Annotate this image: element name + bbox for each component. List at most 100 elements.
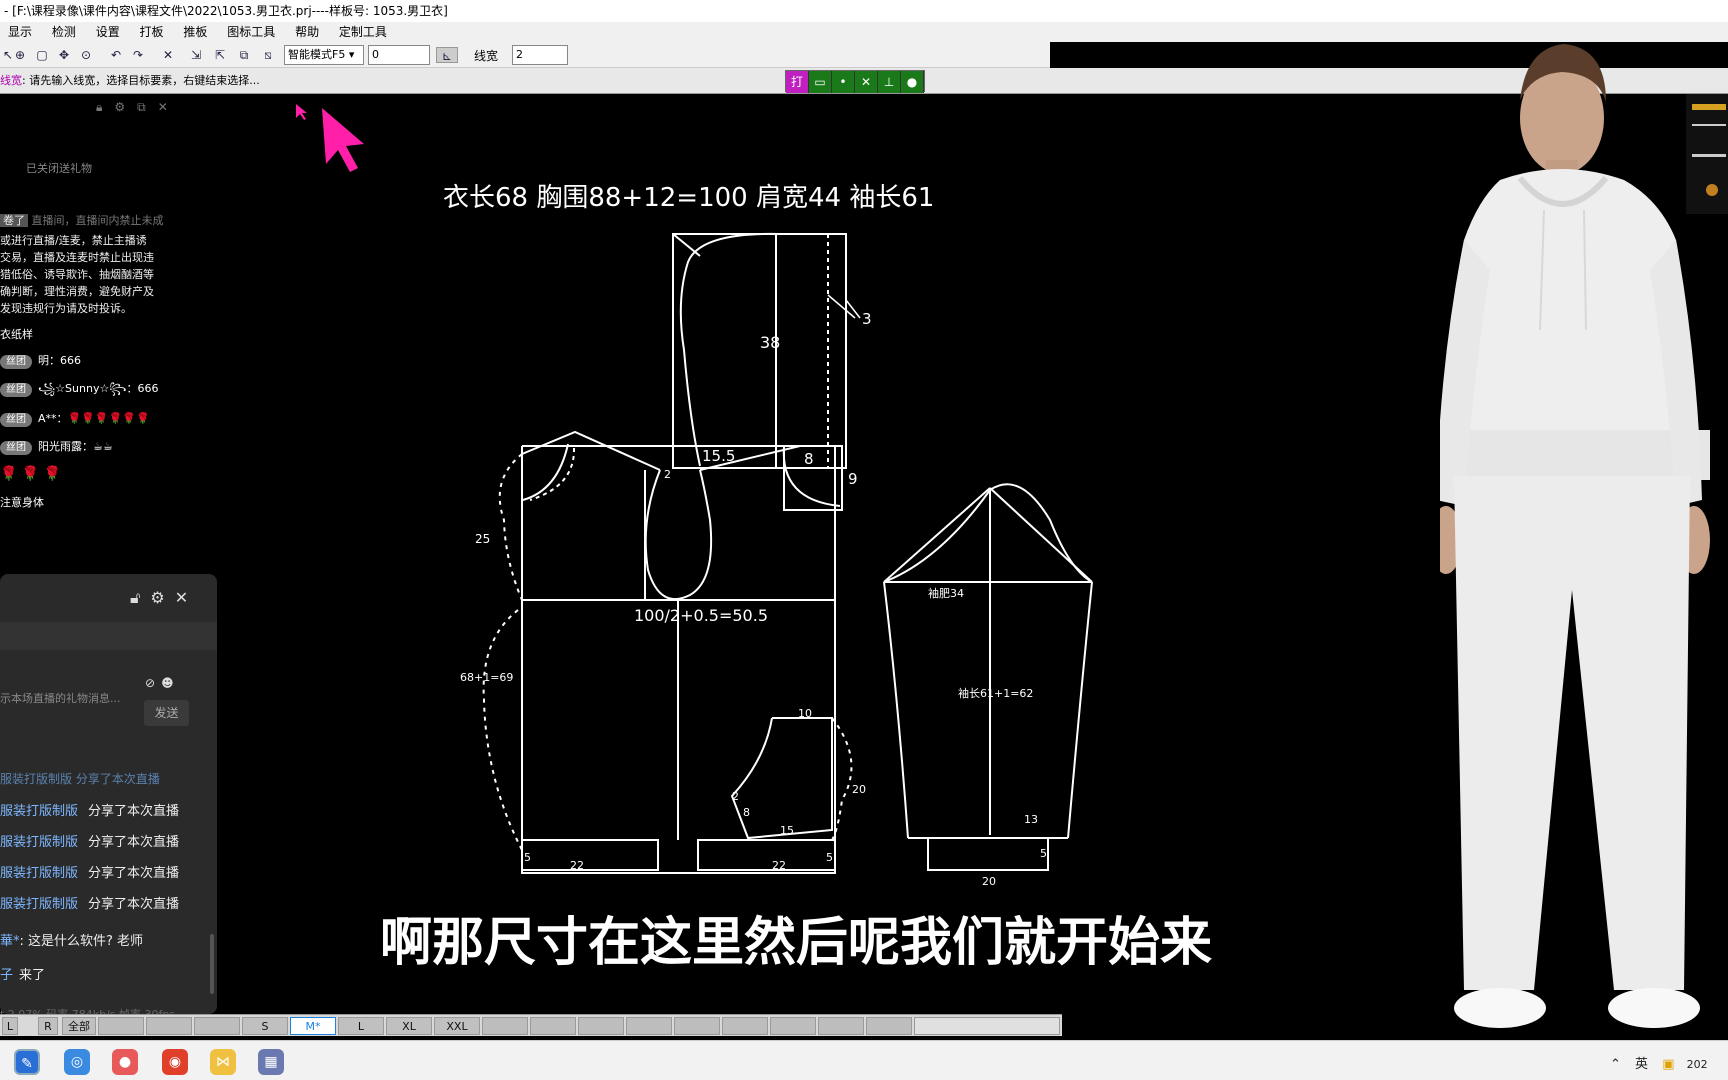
size-slot-empty[interactable] bbox=[482, 1017, 528, 1035]
menu-help[interactable]: 帮助 bbox=[287, 22, 327, 42]
linewidth-field[interactable]: 2 bbox=[512, 45, 568, 65]
fit-window-icon[interactable]: ▢ bbox=[34, 47, 50, 63]
size-slot-empty[interactable] bbox=[578, 1017, 624, 1035]
bow-app-icon[interactable]: ⋈ bbox=[210, 1049, 236, 1075]
size-xxl[interactable]: XXL bbox=[434, 1017, 480, 1035]
chat-text: 注意身体 bbox=[0, 496, 44, 509]
size-slot-empty[interactable] bbox=[818, 1017, 864, 1035]
sleeve-cuff bbox=[927, 837, 1049, 871]
chat-text: 明：666 bbox=[38, 354, 81, 367]
snap-perpendicular-icon[interactable]: ⊥ bbox=[878, 71, 901, 93]
pan-icon[interactable]: ✥ bbox=[56, 47, 72, 63]
cad-app-icon[interactable]: ✎ bbox=[14, 1049, 40, 1075]
unlock-icon[interactable]: 🔓︎ bbox=[130, 588, 150, 607]
size-xl[interactable]: XL bbox=[386, 1017, 432, 1035]
tray-app-icon[interactable]: ▣ bbox=[1662, 1057, 1674, 1072]
settings-icon[interactable]: ⚙ bbox=[114, 100, 137, 114]
size-slot-empty[interactable] bbox=[530, 1017, 576, 1035]
label-cuff-width: 20 bbox=[982, 875, 996, 888]
sharer-name[interactable]: 服装打版制版 bbox=[0, 835, 78, 850]
snap-center-icon[interactable]: ● bbox=[901, 71, 924, 93]
undo-icon[interactable]: ↶ bbox=[108, 47, 124, 63]
value-field[interactable]: 0 bbox=[368, 45, 430, 65]
chat-text: 🌹 🌹 🌹 bbox=[0, 466, 62, 482]
size-slot-empty[interactable] bbox=[674, 1017, 720, 1035]
angle-icon[interactable]: ⊾ bbox=[436, 47, 458, 63]
record-app-icon[interactable]: ◉ bbox=[162, 1049, 188, 1075]
snap-point-icon[interactable]: • bbox=[832, 71, 855, 93]
size-slot-empty[interactable] bbox=[194, 1017, 240, 1035]
size-m-active[interactable]: M* bbox=[290, 1017, 336, 1035]
share-message: 服装打版制版 分享了本次直播 bbox=[0, 800, 179, 819]
tray-arrow-icon[interactable]: ⌃ bbox=[1610, 1057, 1621, 1072]
sharer-name[interactable]: 服装打版制版 bbox=[0, 897, 78, 912]
size-all-button[interactable]: 全部 bbox=[62, 1017, 96, 1035]
joiner-name[interactable]: 子 bbox=[0, 968, 13, 983]
menu-settings[interactable]: 设置 bbox=[88, 22, 128, 42]
share-action: 分享了本次直播 bbox=[88, 897, 180, 912]
scissors-tool-icon[interactable] bbox=[1692, 154, 1726, 157]
pointer-cursor-icon bbox=[322, 108, 364, 172]
chat-text: 阳光雨露：☕☕ bbox=[38, 440, 113, 453]
snap-rect-icon[interactable]: ▭ bbox=[809, 71, 832, 93]
mode-select[interactable]: 智能模式F5 ▾ bbox=[284, 45, 364, 65]
close-icon[interactable]: ✕ bbox=[158, 100, 180, 114]
size-slot-empty[interactable] bbox=[866, 1017, 912, 1035]
snap-draft-button[interactable]: 打 bbox=[786, 71, 809, 93]
mute-icon[interactable]: ⊘ bbox=[145, 676, 161, 690]
sleeve-underarm-back bbox=[883, 581, 909, 839]
size-toggle-right[interactable]: R bbox=[38, 1017, 58, 1035]
share-message-top: 服装打版制版 分享了本次直播 bbox=[0, 772, 160, 786]
message-input[interactable]: 示本场直播的礼物消息... bbox=[0, 692, 140, 724]
label-hood-neck-drop: 9 bbox=[848, 470, 858, 488]
hem-rib-front bbox=[697, 839, 836, 871]
menu-check[interactable]: 检测 bbox=[44, 22, 84, 42]
align-icon[interactable]: ⇱ bbox=[212, 47, 228, 63]
snap-intersect-icon[interactable]: ✕ bbox=[855, 71, 878, 93]
input-method[interactable]: 英 bbox=[1635, 1057, 1648, 1072]
menu-grading[interactable]: 推板 bbox=[175, 22, 215, 42]
pattern-app-icon[interactable]: ▦ bbox=[258, 1049, 284, 1075]
chat-text: 衣纸样 bbox=[0, 328, 33, 341]
move-icon[interactable]: ⇲ bbox=[188, 47, 204, 63]
sharer-name[interactable]: 服装打版制版 bbox=[0, 804, 78, 819]
size-slot-empty[interactable] bbox=[626, 1017, 672, 1035]
size-s[interactable]: S bbox=[242, 1017, 288, 1035]
gift-closed-notice: 已关闭送礼物 bbox=[26, 162, 92, 175]
emoji-icon[interactable]: ☻ bbox=[161, 676, 180, 690]
delete-element-icon[interactable]: ✕ bbox=[160, 47, 176, 63]
size-slot-empty[interactable] bbox=[722, 1017, 768, 1035]
size-slot-empty[interactable] bbox=[146, 1017, 192, 1035]
label-shoulder-drop: 2 bbox=[664, 468, 671, 481]
browser-icon[interactable]: ◎ bbox=[64, 1049, 90, 1075]
sharer-name[interactable]: 服装打版制版 bbox=[0, 866, 78, 881]
zoom-in-icon[interactable]: ⊕ bbox=[12, 47, 28, 63]
notice-faded-line: 直播间，直播间内禁止未成 bbox=[31, 214, 164, 227]
settings-icon[interactable]: ⚙ bbox=[150, 588, 174, 607]
chat-scrollbar[interactable] bbox=[210, 934, 214, 994]
mirror-icon[interactable]: ⧅ bbox=[260, 47, 276, 63]
size-l[interactable]: L bbox=[338, 1017, 384, 1035]
menu-drafting[interactable]: 打板 bbox=[132, 22, 172, 42]
mode-select-value: 智能模式F5 bbox=[288, 48, 346, 61]
pencil-tool-icon[interactable] bbox=[1692, 104, 1726, 110]
menu-custom-tools[interactable]: 定制工具 bbox=[331, 22, 395, 42]
chat-app-icon[interactable]: ● bbox=[112, 1049, 138, 1075]
system-tray: ⌃ 英 ▣ 202 bbox=[1610, 1053, 1708, 1072]
popout-icon[interactable]: ⧉ bbox=[137, 100, 158, 114]
ruler-tool-icon[interactable] bbox=[1692, 124, 1726, 126]
label-pocket-top: 10 bbox=[798, 707, 812, 720]
size-slot-empty[interactable] bbox=[770, 1017, 816, 1035]
button-tool-icon[interactable] bbox=[1706, 184, 1718, 196]
send-button[interactable]: 发送 bbox=[144, 700, 189, 726]
close-icon[interactable]: ✕ bbox=[175, 588, 198, 607]
menu-icon-tools[interactable]: 图标工具 bbox=[219, 22, 283, 42]
questioner-name[interactable]: 華* bbox=[0, 934, 20, 949]
size-slot-empty[interactable] bbox=[98, 1017, 144, 1035]
size-toggle-left[interactable]: L bbox=[2, 1017, 18, 1035]
lock-icon[interactable]: 🔒︎ bbox=[96, 100, 114, 114]
copy-icon[interactable]: ⧉ bbox=[236, 47, 252, 63]
redo-icon[interactable]: ↷ bbox=[130, 47, 146, 63]
menu-display[interactable]: 显示 bbox=[0, 22, 40, 42]
zoom-icon[interactable]: ⊙ bbox=[78, 47, 94, 63]
